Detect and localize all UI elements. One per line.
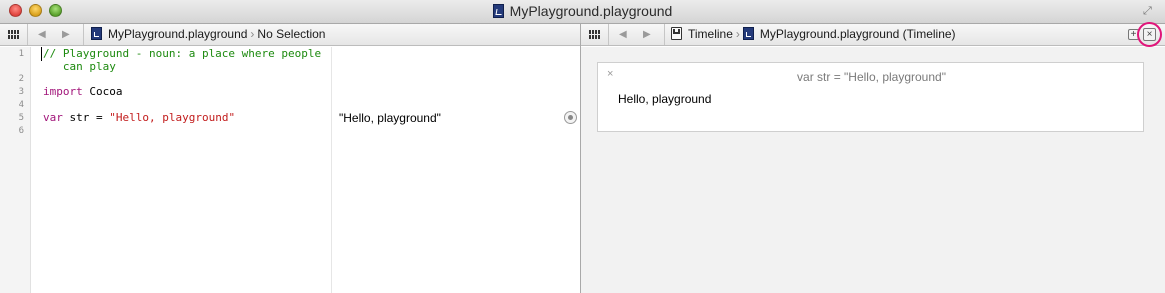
window-title: MyPlayground.playground — [0, 3, 1165, 19]
playground-file-icon — [742, 27, 754, 40]
jumpbar-separator — [664, 24, 665, 45]
line-number: 1 — [18, 49, 24, 59]
code-line-comment: // Playground - noun: a place where peop… — [43, 47, 322, 60]
forward-arrow-icon[interactable]: ▶ — [62, 24, 70, 45]
jumpbar-separator — [27, 24, 28, 45]
results-sidebar: "Hello, playground" — [331, 47, 580, 293]
card-title: var str = "Hello, playground" — [797, 70, 946, 84]
related-items-grid-icon[interactable] — [589, 30, 600, 39]
value-history-card: × var str = "Hello, playground" Hello, p… — [597, 62, 1144, 132]
breadcrumb: MyPlayground.playground › No Selection — [91, 24, 325, 45]
timeline-assistant-editor: × var str = "Hello, playground" Hello, p… — [581, 47, 1165, 293]
line-number: 2 — [18, 74, 24, 84]
back-arrow-icon[interactable]: ◀ — [619, 24, 627, 45]
assistant-jump-bar: ◀ ▶ Timeline › MyPlayground.playground (Ti… — [581, 22, 1165, 47]
breadcrumb-selection[interactable]: No Selection — [257, 27, 325, 41]
module-name: Cocoa — [82, 85, 123, 98]
back-arrow-icon[interactable]: ◀ — [38, 24, 46, 45]
line-number: 5 — [18, 113, 24, 123]
code-line-import: import Cocoa — [43, 85, 123, 98]
timeline-icon — [671, 27, 682, 40]
keyword-import: import — [43, 85, 83, 98]
breadcrumb-file[interactable]: MyPlayground.playground — [108, 27, 247, 41]
window-titlebar: MyPlayground.playground ⤢ — [0, 0, 1165, 24]
breadcrumb-mode[interactable]: Timeline — [688, 27, 733, 41]
jumpbar-separator — [608, 24, 609, 45]
code-line-comment-wrap: can play — [43, 60, 116, 73]
editor-jump-bar: ◀ ▶ MyPlayground.playground › No Selection — [0, 24, 580, 46]
playground-document-icon — [492, 4, 504, 18]
code-line-var: var str = "Hello, playground" — [43, 111, 235, 124]
result-value: "Hello, playground" — [339, 111, 441, 125]
breadcrumb-chevron-icon: › — [250, 27, 255, 41]
keyword-var: var — [43, 111, 63, 124]
playground-file-icon — [91, 27, 102, 40]
breadcrumb-timeline-file[interactable]: MyPlayground.playground (Timeline) — [760, 27, 956, 41]
breadcrumb-chevron-icon: › — [735, 27, 740, 41]
highlight-annotation-ring — [1137, 22, 1162, 47]
assistant-breadcrumb: Timeline › MyPlayground.playground (Timeli… — [671, 24, 956, 45]
quick-look-icon[interactable] — [564, 111, 577, 124]
card-value: Hello, playground — [618, 92, 712, 106]
line-number-gutter: 1 2 3 4 5 6 — [0, 47, 31, 293]
text-cursor — [41, 47, 42, 61]
var-declaration: str = — [62, 111, 110, 124]
line-number: 4 — [18, 100, 24, 110]
fullscreen-icon[interactable]: ⤢ — [1143, 5, 1155, 17]
string-literal: "Hello, playground" — [109, 111, 236, 124]
code-editor[interactable]: 1 2 3 4 5 6 // Playground - noun: a plac… — [0, 47, 331, 293]
line-number: 3 — [18, 87, 24, 97]
window-title-text: MyPlayground.playground — [509, 3, 673, 19]
forward-arrow-icon[interactable]: ▶ — [643, 24, 651, 45]
line-number: 6 — [18, 126, 24, 136]
related-items-grid-icon[interactable] — [8, 30, 19, 39]
jumpbar-separator — [83, 24, 84, 45]
